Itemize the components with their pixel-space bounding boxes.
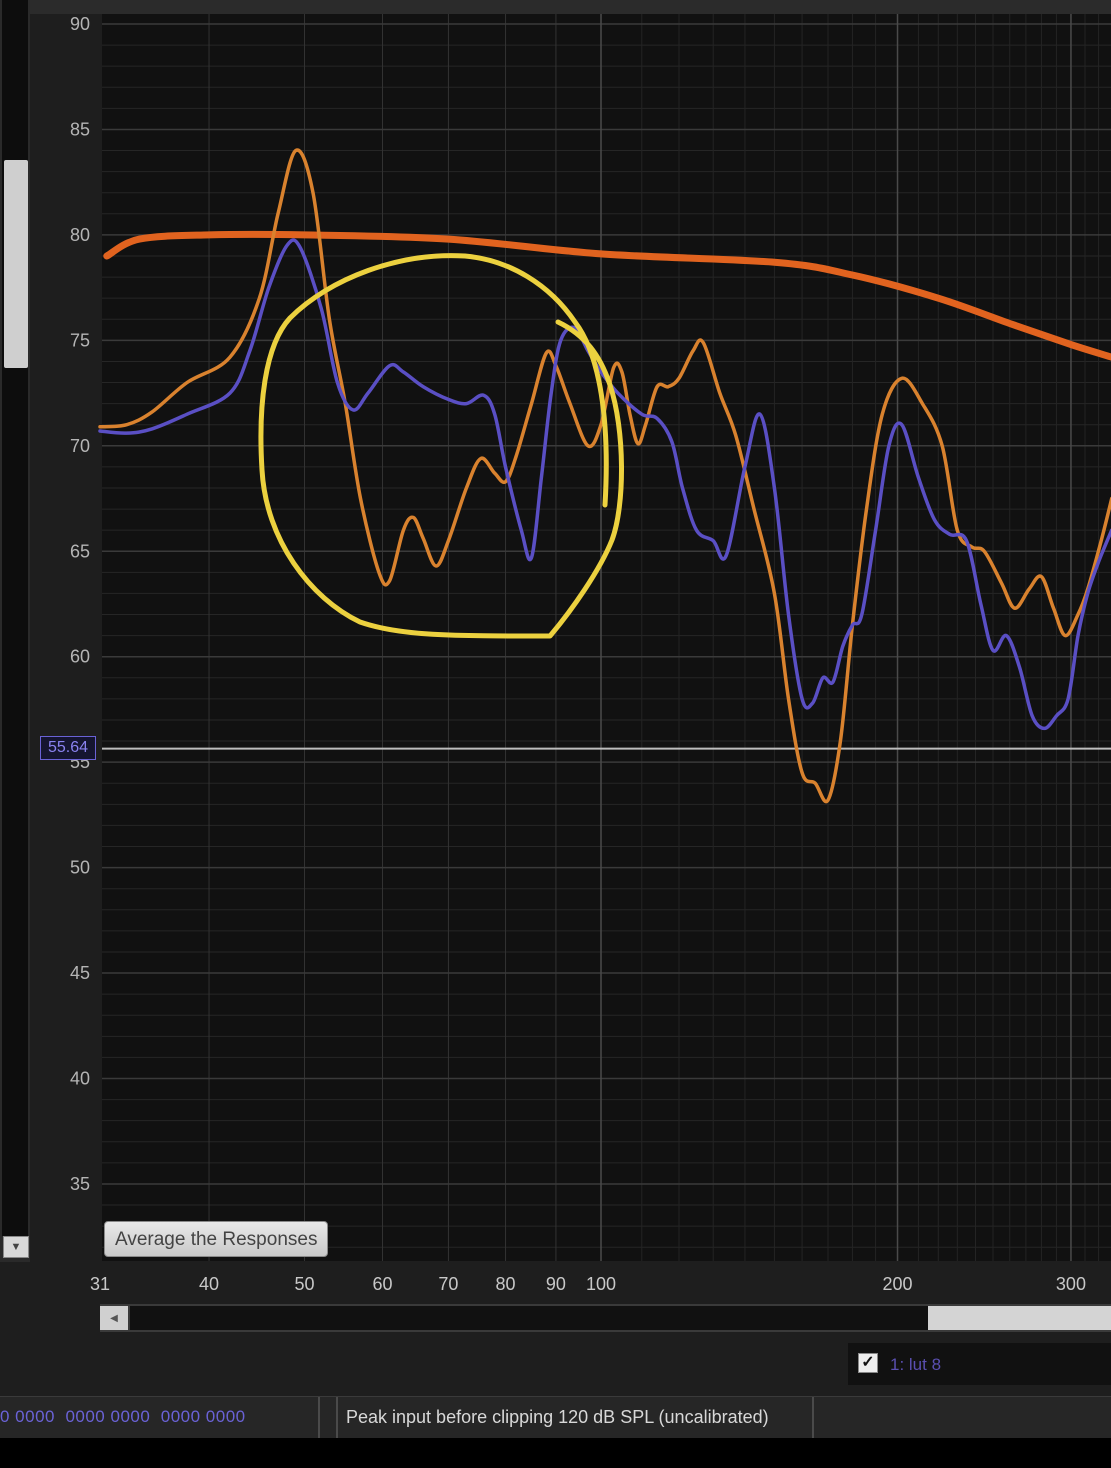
x-tick-label: 31 (90, 1274, 110, 1294)
scroll-left-arrow-icon[interactable]: ◀ (100, 1306, 128, 1330)
horizontal-scrollbar[interactable]: ◀ (100, 1304, 1111, 1332)
x-tick-label: 200 (882, 1274, 912, 1294)
horizontal-scrollbar-track[interactable] (130, 1306, 928, 1330)
x-tick-label: 60 (372, 1274, 392, 1294)
y-tick-label: 90 (70, 14, 90, 34)
y-axis-tick-labels: 908580757065605550454035 (70, 14, 90, 1194)
status-hex-values: 0 0000 0000 0000 0000 0000 (0, 1407, 246, 1426)
status-divider (318, 1397, 320, 1439)
y-tick-label: 65 (70, 541, 90, 561)
measurement-legend: ✓ 1: lut 8 (848, 1343, 1111, 1385)
x-tick-label: 40 (199, 1274, 219, 1294)
bottom-bezel (0, 1438, 1111, 1468)
measurement-checkbox[interactable]: ✓ (858, 1353, 878, 1373)
x-tick-label: 50 (294, 1274, 314, 1294)
status-divider (336, 1397, 338, 1439)
y-tick-label: 70 (70, 436, 90, 456)
frequency-response-chart: 908580757065605550454035 31 40 50 60 70 80 90 1… (70, 14, 1111, 1294)
y-tick-label: 45 (70, 963, 90, 983)
x-tick-label: 100 (586, 1274, 616, 1294)
x-tick-label: 70 (438, 1274, 458, 1294)
y-tick-label: 60 (70, 647, 90, 667)
app-window: ▼ 90 85 80 75 70 65 60 55 50 45 40 35 31 40 50 60 70 80 9… (0, 0, 1111, 1468)
horizontal-scrollbar-thumb[interactable] (928, 1306, 1111, 1330)
status-divider (812, 1397, 814, 1439)
x-tick-label: 90 (546, 1274, 566, 1294)
cursor-value-readout: 55.64 (40, 736, 96, 760)
x-tick-label: 300 (1056, 1274, 1086, 1294)
x-tick-label: 80 (496, 1274, 516, 1294)
y-tick-label: 50 (70, 858, 90, 878)
status-bar: 0 0000 0000 0000 0000 0000 Peak input be… (0, 1396, 1111, 1439)
y-tick-label: 85 (70, 119, 90, 139)
plot-area-background (102, 14, 1111, 1261)
y-tick-label: 35 (70, 1174, 90, 1194)
x-axis-tick-labels: 31 40 50 60 70 80 90 100 200 300 (90, 1274, 1086, 1294)
average-responses-button[interactable]: Average the Responses (104, 1221, 329, 1257)
y-tick-label: 40 (70, 1069, 90, 1089)
y-tick-label: 75 (70, 330, 90, 350)
y-tick-label: 80 (70, 225, 90, 245)
measurement-label[interactable]: 1: lut 8 (890, 1355, 941, 1375)
status-peak-input: Peak input before clipping 120 dB SPL (u… (346, 1407, 769, 1427)
